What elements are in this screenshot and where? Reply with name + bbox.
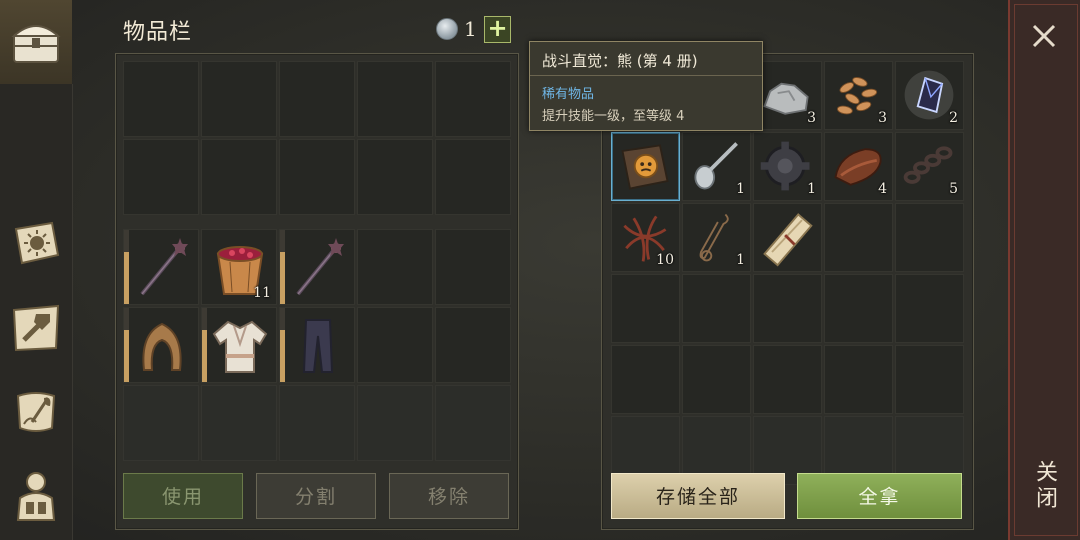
storage-slot[interactable]	[682, 345, 751, 414]
inventory-top-grid	[123, 61, 511, 215]
item-quantity: 5	[949, 181, 958, 197]
shirt-icon	[212, 320, 268, 373]
inventory-bag-grid: 11	[123, 229, 511, 461]
storage-slot[interactable]	[895, 203, 964, 272]
close-label[interactable]: 关闭	[1030, 460, 1060, 512]
storage-slot-selected[interactable]	[611, 132, 680, 201]
inventory-slot[interactable]	[123, 307, 199, 383]
mace-icon	[296, 238, 344, 296]
storage-slot[interactable]	[753, 274, 822, 343]
chest-icon[interactable]	[6, 10, 66, 70]
inventory-slot[interactable]	[279, 307, 355, 383]
inventory-slot[interactable]	[357, 139, 433, 215]
durability-bar	[202, 330, 207, 382]
inventory-slot-locked	[123, 385, 199, 461]
inventory-slot[interactable]	[435, 307, 511, 383]
inventory-slot[interactable]	[123, 229, 199, 305]
inventory-slot[interactable]	[201, 139, 277, 215]
storage-slot[interactable]	[824, 274, 893, 343]
close-panel[interactable]	[1008, 0, 1080, 540]
tooltip-rarity: 稀有物品	[542, 87, 595, 102]
close-panel-border	[1014, 4, 1078, 536]
item-quantity: 10	[656, 252, 674, 268]
inventory-slot[interactable]	[123, 139, 199, 215]
mace-icon	[140, 238, 188, 296]
storage-slot[interactable]: 1	[682, 132, 751, 201]
inventory-slot[interactable]	[435, 61, 511, 137]
currency: 1	[436, 17, 477, 41]
sidebar	[0, 0, 73, 540]
skill-book-icon	[621, 144, 669, 190]
hood-icon	[142, 322, 182, 371]
inventory-slot[interactable]	[201, 61, 277, 137]
inventory-slot[interactable]	[435, 229, 511, 305]
inventory-slot[interactable]	[435, 139, 511, 215]
sun-book-icon[interactable]	[6, 213, 66, 273]
close-icon[interactable]	[1026, 18, 1062, 54]
take-all-button[interactable]: 全拿	[797, 473, 962, 519]
storage-slot[interactable]	[611, 345, 680, 414]
tooltip-title: 战斗直觉：熊 (第 4 册)	[542, 52, 698, 70]
currency-count: 1	[464, 17, 477, 41]
character-icon[interactable]	[6, 466, 66, 526]
crafting-hammer-icon[interactable]	[6, 298, 66, 358]
storage-slot[interactable]: 3	[824, 61, 893, 130]
inventory-slot[interactable]	[123, 61, 199, 137]
storage-slot[interactable]: 3	[753, 61, 822, 130]
durability-bar	[124, 252, 129, 304]
storage-slot[interactable]	[895, 345, 964, 414]
inventory-slot-locked	[435, 385, 511, 461]
tooltip-divider	[530, 75, 762, 76]
inventory-slot[interactable]	[357, 307, 433, 383]
item-quantity: 2	[949, 110, 958, 126]
inventory-slot[interactable]	[201, 307, 277, 383]
page-title: 物品栏	[123, 20, 193, 45]
inventory-slot[interactable]: 11	[201, 229, 277, 305]
split-button[interactable]: 分割	[256, 473, 376, 519]
storage-slot[interactable]: 1	[753, 132, 822, 201]
use-button[interactable]: 使用	[123, 473, 243, 519]
storage-slot[interactable]: 10	[611, 203, 680, 272]
storage-slot[interactable]	[682, 274, 751, 343]
storage-slot[interactable]	[753, 345, 822, 414]
inventory-slot[interactable]	[357, 61, 433, 137]
store-all-button[interactable]: 存储全部	[611, 473, 785, 519]
durability-bar	[280, 252, 285, 304]
item-quantity: 3	[878, 110, 887, 126]
storage-slot[interactable]: 5	[895, 132, 964, 201]
tooltip-description: 提升技能一级，至等级 4	[542, 109, 685, 124]
item-quantity: 3	[807, 110, 816, 126]
item-quantity: 1	[807, 181, 816, 197]
add-currency-button[interactable]: +	[484, 16, 511, 43]
inventory-slot-locked	[279, 385, 355, 461]
item-quantity: 1	[736, 252, 745, 268]
durability-bar	[280, 330, 285, 382]
papyrus-scroll-icon	[763, 213, 813, 267]
storage-slot[interactable]	[824, 203, 893, 272]
item-tooltip: 战斗直觉：熊 (第 4 册) 稀有物品 提升技能一级，至等级 4	[529, 41, 763, 131]
inventory-slot[interactable]	[279, 61, 355, 137]
remove-button[interactable]: 移除	[389, 473, 509, 519]
storage-slot[interactable]: 1	[682, 203, 751, 272]
pants-icon	[302, 319, 334, 373]
inventory-slot[interactable]	[279, 229, 355, 305]
item-quantity: 4	[878, 181, 887, 197]
coin-icon	[436, 18, 458, 40]
inventory-slot-locked	[201, 385, 277, 461]
storage-slot[interactable]: 4	[824, 132, 893, 201]
storage-slot[interactable]	[824, 345, 893, 414]
durability-bar	[124, 330, 129, 382]
storage-slot[interactable]	[611, 274, 680, 343]
quest-scroll-icon[interactable]	[6, 382, 66, 442]
inventory-slot[interactable]	[357, 229, 433, 305]
storage-slot[interactable]	[753, 203, 822, 272]
storage-slot[interactable]: 2	[895, 61, 964, 130]
storage-slot[interactable]	[895, 274, 964, 343]
inventory-slot-locked	[357, 385, 433, 461]
item-quantity: 11	[253, 285, 271, 301]
item-quantity: 1	[736, 181, 745, 197]
inventory-slot[interactable]	[279, 139, 355, 215]
